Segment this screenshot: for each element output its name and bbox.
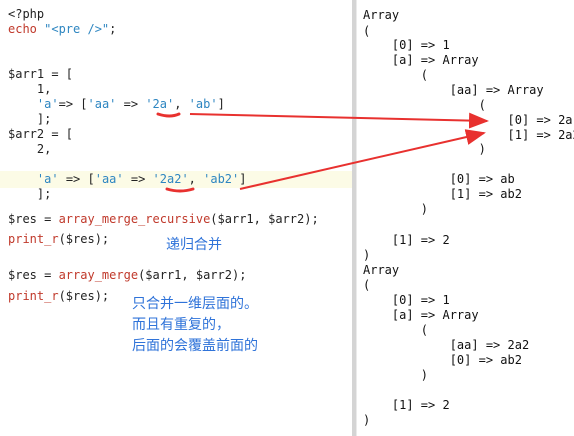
code-token: ($arr1, $arr2); [138,268,247,282]
code-line: print_r($res); [8,232,109,247]
code-token: 2, [8,142,52,156]
output-line: ( [363,24,371,38]
code-token: => [58,172,88,186]
code-token: "<pre />" [44,22,110,36]
code-token: ; [109,22,117,36]
code-token: 'ab2' [203,172,240,186]
output-line: [1] => 2a2 [363,128,574,142]
code-line: ]; [8,112,51,127]
code-line: 1, [8,82,51,97]
output-line: ( [363,68,429,82]
code-token: => [116,97,146,111]
output-panel: Array( [0] => 1 [a] => Array ( [aa] => A… [357,0,574,436]
output-line: ( [363,278,371,292]
output-line: [a] => Array [363,53,479,67]
code-token: ]; [8,187,52,201]
code-token: 1, [8,82,52,96]
code-token: <?php [8,7,45,21]
output-line: [aa] => Array [363,83,544,97]
code-line: 'a' => ['aa' => '2a2', 'ab2'] [8,172,247,187]
code-line: 'a'=> ['aa' => '2a', 'ab'] [8,97,225,112]
output-line: [0] => 1 [363,293,450,307]
code-token: $arr2 = [ [8,127,74,141]
code-token: ($res); [58,289,110,303]
code-token: , [174,97,189,111]
code-line: echo "<pre />"; [8,22,116,37]
code-line: ]; [8,187,51,202]
code-line: print_r($res); [8,289,109,304]
code-line: $arr1 = [ [8,67,73,82]
output-line: ) [363,202,429,216]
code-editor-panel[interactable]: <?php echo "<pre />"; $arr1 = [ 1, 'a'=> [… [0,0,352,436]
code-token: 'a' [36,97,59,111]
code-token: => [ [58,97,88,111]
output-line: [0] => 2a [363,113,573,127]
code-token: , [188,172,204,186]
output-line: [1] => 2 [363,233,450,247]
output-line: [0] => ab2 [363,353,522,367]
code-token: [ [87,172,95,186]
code-line: $res = array_merge_recursive($arr1, $arr… [8,212,319,227]
code-token: 'ab' [188,97,218,111]
annotation-merge-line3: 后面的会覆盖前面的 [132,338,258,354]
code-token: array_merge [58,268,139,282]
output-line: [0] => 1 [363,38,450,52]
code-token: print_r [8,289,59,303]
code-token: echo [8,22,45,36]
code-token: print_r [8,232,59,246]
output-line: ) [363,368,429,382]
output-line: [a] => Array [363,308,479,322]
output-line: ) [363,413,371,427]
code-line: 2, [8,142,51,157]
output-line: Array [363,263,400,277]
code-token: '2a2' [152,172,189,186]
code-token: ]; [8,112,52,126]
output-line: ) [363,142,486,156]
code-token: 'aa' [94,172,124,186]
output-line: [1] => 2 [363,398,450,412]
code-token: array_merge_recursive [58,212,211,226]
annotation-recursive-merge: 递归合并 [166,237,222,253]
output-line: [aa] => 2a2 [363,338,530,352]
code-token: ] [239,172,247,186]
code-token: 'aa' [87,97,117,111]
code-token: $res = [8,268,59,282]
code-line: $arr2 = [ [8,127,73,142]
code-token: 'a' [36,172,59,186]
code-token: ] [217,97,225,111]
output-line: ) [363,248,371,262]
code-line: $res = array_merge($arr1, $arr2); [8,268,246,283]
annotation-merge-line1: 只合并一维层面的。 [132,296,258,312]
code-token: => [123,172,153,186]
output-line: Array [363,8,400,22]
output-line: ( [363,323,429,337]
output-line: [0] => ab [363,172,515,186]
output-line: [1] => ab2 [363,187,522,201]
annotation-merge-line2: 而且有重复的， [132,317,230,333]
code-token: ($arr1, $arr2); [210,212,319,226]
code-line: <?php [8,7,44,22]
code-token: $res = [8,212,59,226]
code-token: $arr1 = [ [8,67,74,81]
code-token: '2a' [145,97,175,111]
output-line: ( [363,98,486,112]
code-token: ($res); [58,232,110,246]
